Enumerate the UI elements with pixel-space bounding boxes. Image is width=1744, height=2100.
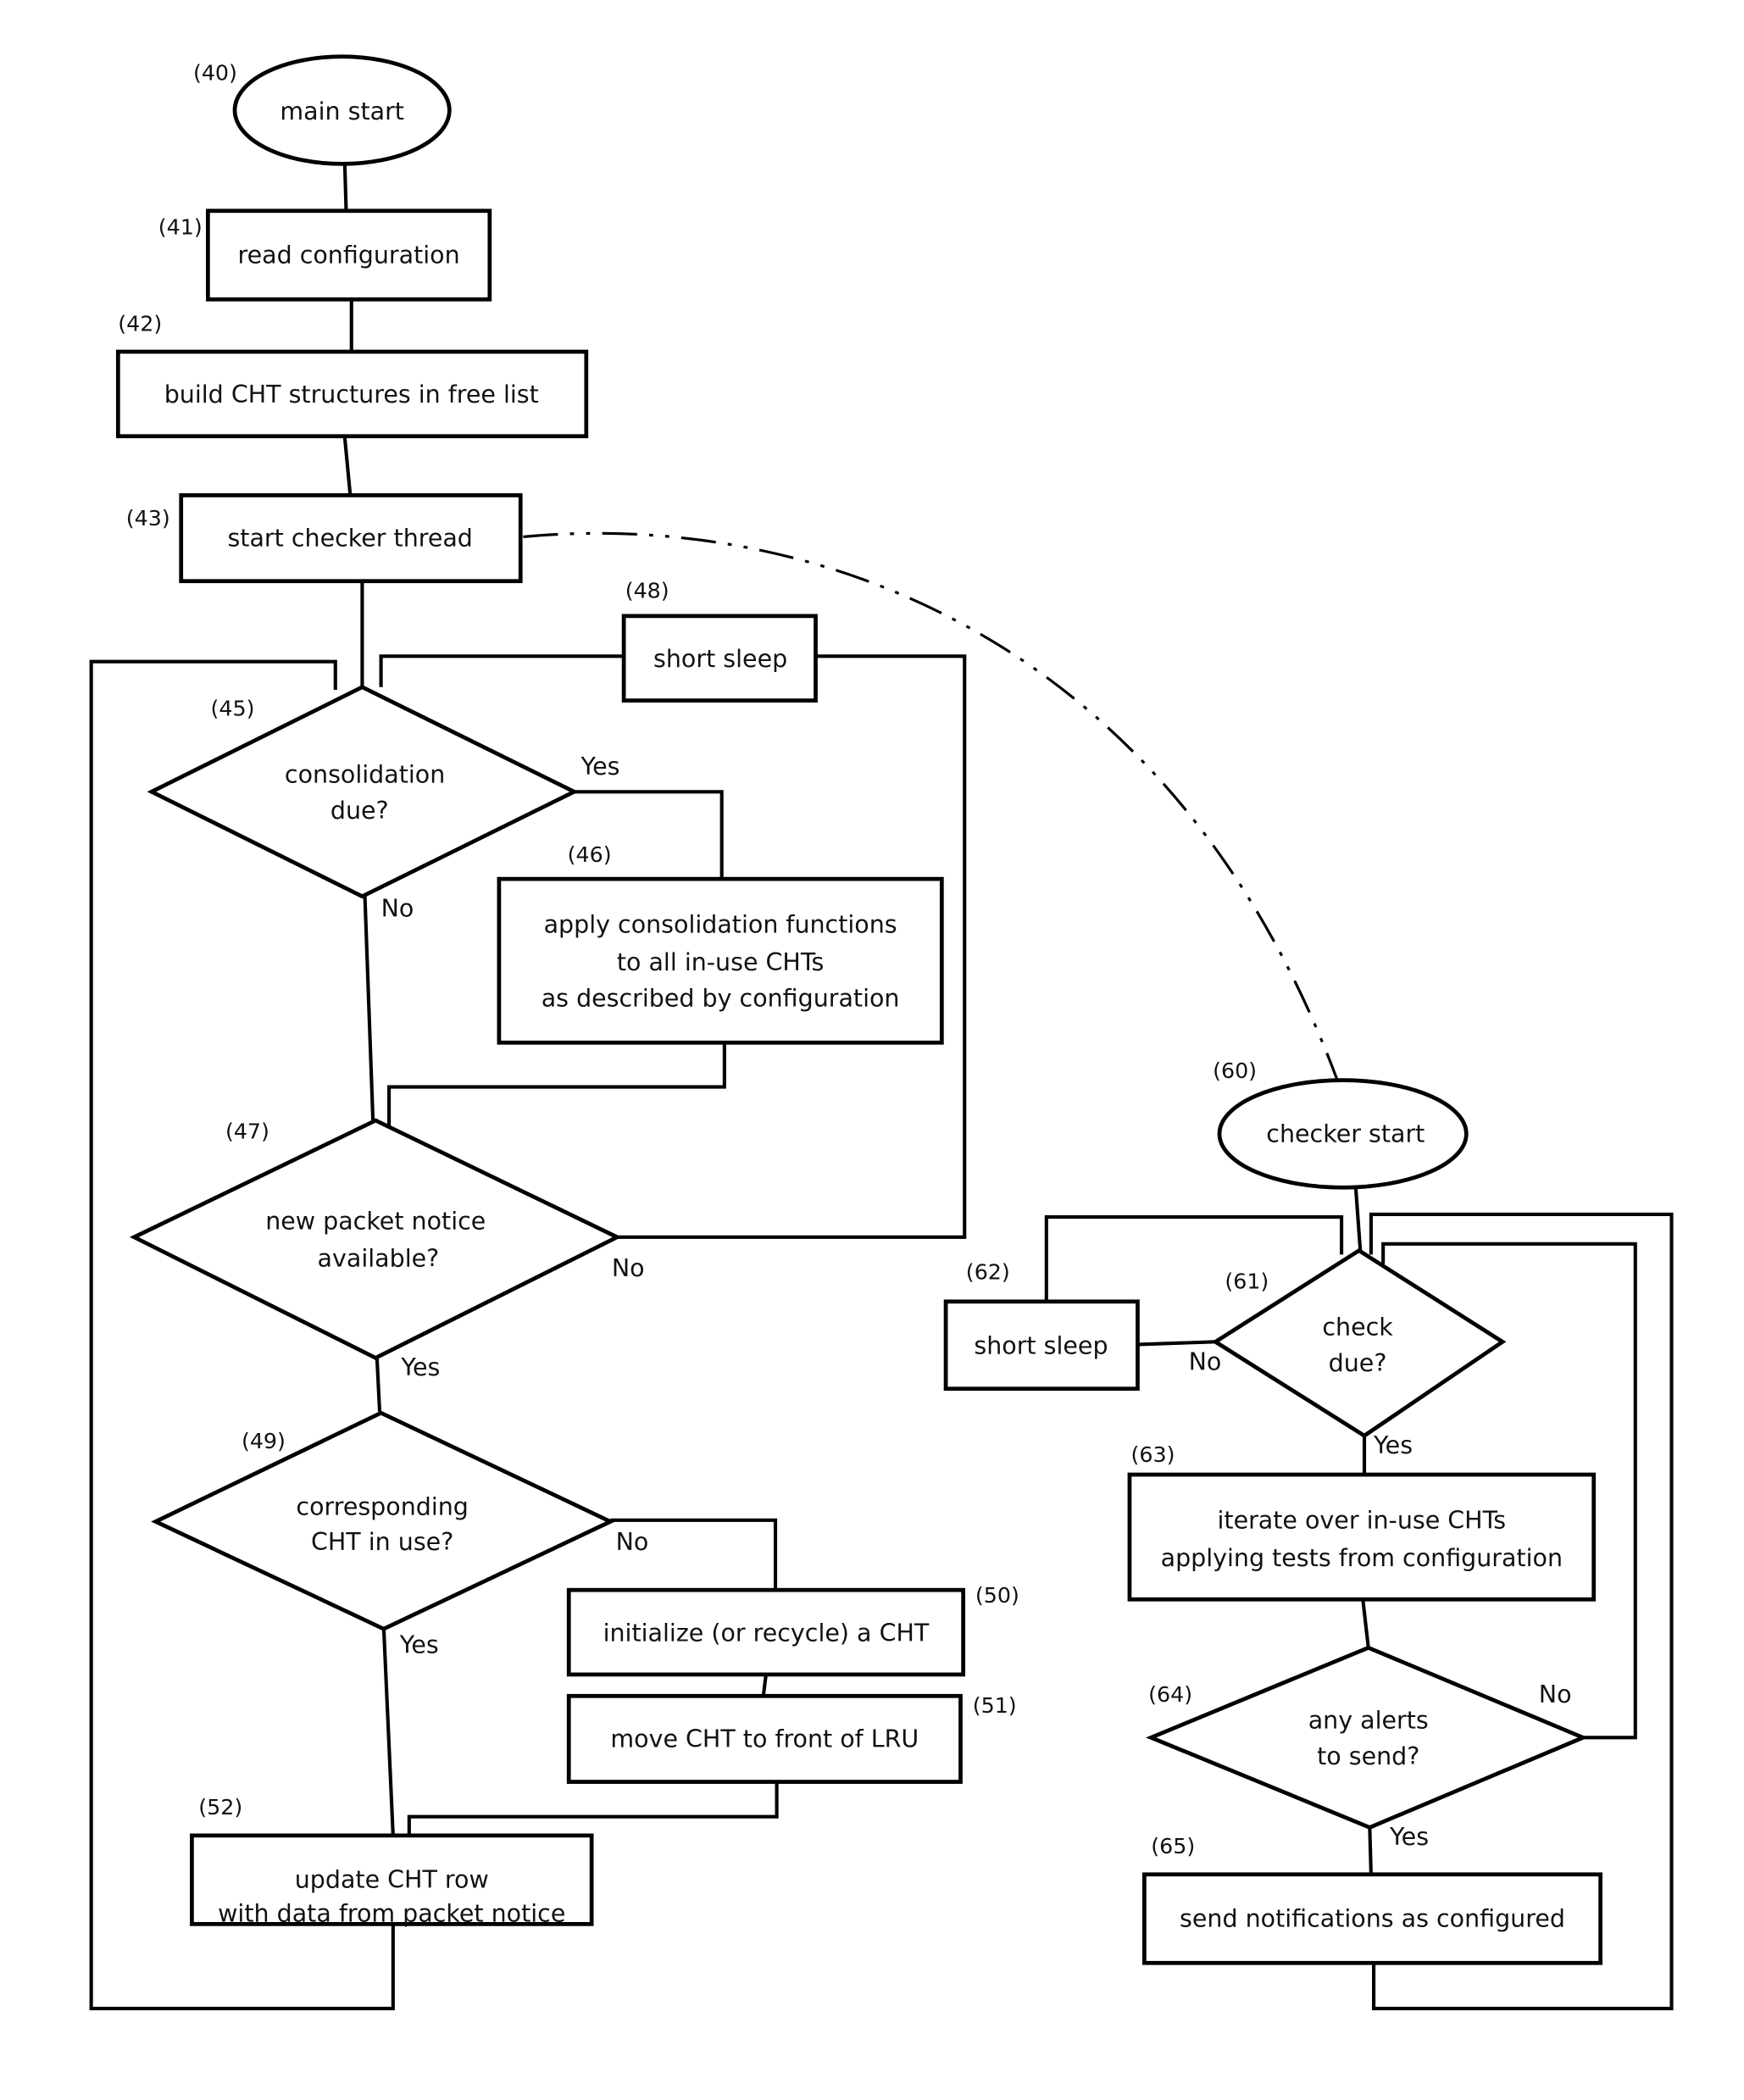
node-60: checker start (60) — [1213, 1058, 1469, 1190]
node-label: main start — [280, 97, 404, 125]
node-label-line-2: available? — [318, 1245, 440, 1273]
node-40: main start (40) — [193, 54, 452, 166]
edge-46-47 — [387, 1043, 726, 1128]
node-ref: (40) — [193, 59, 237, 85]
flowchart: main start (40) read configuration (41) … — [89, 54, 1674, 2011]
edge-50-51 — [761, 1674, 768, 1697]
branch-no: No — [616, 1528, 649, 1556]
edge-47-49-yes — [375, 1358, 382, 1412]
node-label-line-2: due? — [330, 797, 389, 825]
decision-diamond — [151, 1410, 615, 1631]
node-label: short sleep — [974, 1332, 1108, 1360]
node-ref: (62) — [966, 1259, 1010, 1285]
node-label-line-2: due? — [1329, 1349, 1387, 1377]
edge-51-52 — [407, 1781, 779, 1836]
node-ref: (51) — [973, 1692, 1017, 1718]
edge-48-45 — [379, 654, 625, 687]
node-label-line-1: iterate over in-use CHTs — [1217, 1506, 1506, 1534]
node-label: read configuration — [238, 242, 460, 269]
process-box — [1127, 1472, 1597, 1602]
node-51: move CHT to front of LRU (51) — [566, 1692, 1017, 1784]
edge-40-41 — [342, 164, 348, 210]
node-ref: (41) — [158, 214, 203, 239]
node-label-line-1: apply consolidation functions — [544, 911, 897, 939]
branch-no: No — [1539, 1681, 1572, 1708]
node-ref: (46) — [568, 842, 612, 867]
node-label-line-3: as described by configuration — [542, 985, 900, 1013]
node-ref: (65) — [1151, 1833, 1195, 1858]
node-62: short sleep (62) — [943, 1259, 1140, 1392]
edge-49-52-yes — [381, 1625, 395, 1836]
node-label-line-1: corresponding — [296, 1493, 468, 1521]
node-label-line-1: update CHT row — [295, 1866, 489, 1894]
node-ref: (52) — [198, 1794, 242, 1819]
edge-42-43 — [342, 437, 353, 495]
node-ref: (49) — [242, 1428, 286, 1453]
branch-no: No — [612, 1254, 645, 1282]
node-41: read configuration (41) — [158, 208, 492, 302]
node-label: send notifications as configured — [1180, 1905, 1565, 1933]
branch-no: No — [1189, 1348, 1222, 1376]
decision-diamond — [1146, 1645, 1589, 1830]
node-label-line-1: consolidation — [285, 760, 445, 788]
node-61: check due? (61) No Yes — [1189, 1247, 1507, 1459]
node-label-line-2: with data from packet notice — [218, 1899, 565, 1927]
node-label: move CHT to front of LRU — [610, 1725, 919, 1753]
node-65: send notifications as configured (65) — [1141, 1833, 1602, 1965]
node-label: start checker thread — [227, 525, 472, 553]
node-label: initialize (or recycle) a CHT — [603, 1619, 930, 1647]
node-label-line-1: any alerts — [1308, 1706, 1429, 1734]
node-label-line-2: to send? — [1317, 1742, 1419, 1770]
node-ref: (60) — [1213, 1058, 1257, 1083]
node-label-line-1: new packet notice — [265, 1207, 486, 1235]
node-ref: (45) — [211, 696, 255, 721]
node-ref: (50) — [975, 1582, 1019, 1608]
branch-yes: Yes — [580, 753, 619, 781]
branch-no: No — [381, 895, 414, 923]
node-63: iterate over in-use CHTs applying tests … — [1127, 1442, 1597, 1602]
node-ref: (64) — [1148, 1681, 1192, 1707]
branch-yes: Yes — [1373, 1431, 1413, 1459]
node-ref: (47) — [225, 1118, 269, 1143]
node-ref: (42) — [118, 310, 162, 336]
node-50: initialize (or recycle) a CHT (50) — [566, 1582, 1019, 1677]
node-label: build CHT structures in free list — [164, 381, 539, 408]
node-label-line-2: to all in-use CHTs — [617, 948, 825, 976]
decision-diamond — [129, 1118, 622, 1360]
node-ref: (63) — [1131, 1442, 1175, 1467]
edge-61-62-no — [1138, 1340, 1216, 1347]
node-64: any alerts to send? (64) No Yes — [1146, 1645, 1589, 1851]
edge-45-47-no — [363, 896, 375, 1121]
branch-yes: Yes — [1389, 1823, 1429, 1851]
node-ref: (43) — [126, 505, 170, 531]
node-43: start checker thread (43) — [126, 493, 523, 584]
node-label-line-1: check — [1322, 1313, 1393, 1341]
node-label: checker start — [1266, 1120, 1425, 1148]
node-label: short sleep — [653, 645, 787, 673]
node-47: new packet notice available? (47) No Yes — [129, 1118, 645, 1381]
node-ref: (48) — [625, 577, 669, 603]
edge-64-65-yes — [1368, 1827, 1373, 1875]
branch-yes: Yes — [400, 1353, 440, 1381]
branch-yes: Yes — [399, 1631, 439, 1659]
edge-63-64 — [1361, 1600, 1370, 1648]
node-label-line-2: applying tests from configuration — [1161, 1544, 1563, 1572]
node-label-line-2: CHT in use? — [311, 1528, 453, 1556]
node-48: short sleep (48) — [621, 577, 818, 703]
node-ref: (61) — [1225, 1269, 1269, 1294]
